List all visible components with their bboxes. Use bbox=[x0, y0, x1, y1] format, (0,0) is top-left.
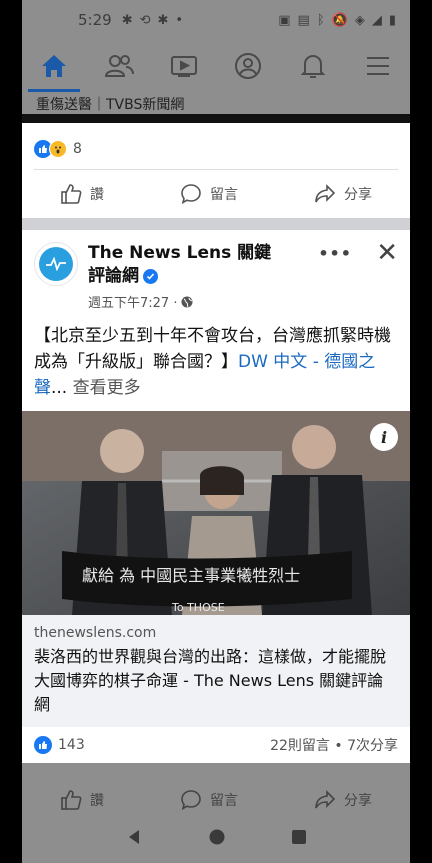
profile-icon bbox=[235, 53, 262, 79]
menu-tab[interactable] bbox=[358, 46, 398, 86]
post-separator bbox=[22, 218, 410, 230]
notification-icons: ✱ ⟲ ✱ • bbox=[122, 13, 183, 28]
left-edge bbox=[0, 0, 22, 863]
post-timestamp[interactable]: 週五下午7:27 · bbox=[88, 292, 398, 311]
previous-post-reactions[interactable]: 8 bbox=[22, 135, 410, 163]
android-icon: ✱ bbox=[157, 12, 169, 28]
data-saver-icon: ▤ bbox=[297, 12, 310, 28]
share-label: 分享 bbox=[344, 187, 372, 203]
more-options-icon[interactable]: ••• bbox=[318, 244, 352, 263]
wow-reaction-icon bbox=[49, 140, 67, 158]
wifi-icon: ◈ bbox=[354, 12, 365, 28]
facebook-nav-bar bbox=[22, 40, 410, 92]
link-domain: thenewslens.com bbox=[34, 625, 157, 641]
thumbs-up-icon bbox=[61, 790, 82, 810]
battery-icon: ▮ bbox=[388, 12, 396, 28]
active-tab-indicator bbox=[28, 89, 80, 92]
like-reaction-icon[interactable] bbox=[34, 736, 52, 754]
post-text: 【北京至少五到十年不會攻台，台灣應抓緊時機成為「升級版」聯合國？】DW 中文 -… bbox=[34, 326, 391, 398]
share-button[interactable]: 分享 bbox=[314, 183, 372, 205]
share-button[interactable]: 分享 bbox=[314, 789, 372, 811]
comment-button[interactable]: 留言 bbox=[180, 183, 238, 205]
share-icon bbox=[315, 184, 336, 203]
comment-button[interactable]: 留言 bbox=[180, 789, 238, 811]
news-lens-logo bbox=[46, 257, 66, 271]
reaction-count[interactable]: 143 bbox=[58, 737, 85, 753]
globe-icon bbox=[181, 296, 193, 307]
share-icon bbox=[315, 790, 336, 809]
bell-icon bbox=[300, 54, 326, 78]
like-button[interactable]: 讚 bbox=[60, 789, 104, 811]
overlay-gap bbox=[22, 114, 410, 123]
app-screen: 5:29 ✱ ⟲ ✱ • ▣ ▤ ᛒ 🔕 ◈ ◢ ▮ 重傷送醫｜TVBS新聞網 … bbox=[22, 0, 410, 863]
reaction-count: 8 bbox=[73, 141, 82, 157]
link-title: 裴洛西的世界觀與台灣的出路：這樣做，才能擺脫大國博弈的棋子命運 - The Ne… bbox=[34, 647, 387, 714]
system-navigation-bar bbox=[22, 810, 410, 863]
photo-caption: To THOSE bbox=[171, 601, 225, 614]
info-icon[interactable]: i bbox=[370, 423, 398, 451]
page-name[interactable]: The News Lens 關鍵評論網 bbox=[88, 242, 288, 288]
like-label: 讚 bbox=[90, 793, 104, 809]
back-icon[interactable] bbox=[125, 828, 143, 846]
verified-icon bbox=[143, 268, 158, 284]
thumbs-up-icon bbox=[61, 184, 82, 204]
status-bar: 5:29 ✱ ⟲ ✱ • ▣ ▤ ᛒ 🔕 ◈ ◢ ▮ bbox=[22, 0, 410, 40]
home-icon bbox=[42, 55, 67, 77]
video-icon bbox=[170, 56, 197, 77]
friends-tab[interactable] bbox=[99, 46, 139, 86]
comment-icon bbox=[181, 790, 201, 811]
friends-icon bbox=[104, 55, 134, 77]
sync-icon: ⟲ bbox=[139, 12, 151, 28]
comments-shares-count[interactable]: 22則留言 • 7次分享 bbox=[270, 735, 398, 755]
bluetooth-icon: ᛒ bbox=[316, 12, 325, 28]
cast-icon: ▣ bbox=[278, 12, 291, 28]
status-time: 5:29 bbox=[78, 11, 112, 29]
mute-icon: 🔕 bbox=[331, 12, 348, 28]
like-button[interactable]: 讚 bbox=[60, 183, 104, 205]
signal-icon: ◢ bbox=[371, 12, 382, 28]
system-icons: ▣ ▤ ᛒ 🔕 ◈ ◢ ▮ bbox=[278, 13, 396, 28]
share-label: 分享 bbox=[344, 793, 372, 809]
see-more-link[interactable]: 查看更多 bbox=[73, 378, 141, 398]
comment-icon bbox=[181, 184, 201, 205]
comment-label: 留言 bbox=[210, 187, 238, 203]
recents-icon[interactable] bbox=[291, 829, 307, 845]
android-icon: ✱ bbox=[121, 12, 133, 28]
menu-icon bbox=[366, 57, 389, 75]
watch-tab[interactable] bbox=[164, 46, 204, 86]
post-header: The News Lens 關鍵評論網 週五下午7:27 · ••• ✕ bbox=[22, 230, 410, 317]
news-post: The News Lens 關鍵評論網 週五下午7:27 · ••• ✕ 【北京… bbox=[22, 230, 410, 829]
notifications-tab[interactable] bbox=[293, 46, 333, 86]
photo-illustration: 獻給 為 中國民主事業犧牲烈士 To THOSE bbox=[22, 411, 410, 615]
link-preview[interactable]: thenewslens.com 裴洛西的世界觀與台灣的出路：這樣做，才能擺脫大國… bbox=[22, 615, 410, 727]
like-label: 讚 bbox=[90, 187, 104, 203]
banner-text: 獻給 為 中國民主事業犧牲烈士 bbox=[82, 566, 300, 585]
dot-icon: • bbox=[175, 12, 184, 28]
previous-post-title: 重傷送醫｜TVBS新聞網 bbox=[22, 92, 410, 114]
comment-label: 留言 bbox=[210, 793, 238, 809]
home-circle-icon[interactable] bbox=[208, 828, 226, 846]
post-stats: 143 22則留言 • 7次分享 bbox=[22, 727, 410, 763]
previous-post: 8 讚 留言 分享 bbox=[22, 123, 410, 218]
news-photo[interactable]: 獻給 為 中國民主事業犧牲烈士 To THOSE i bbox=[22, 411, 410, 615]
previous-post-actions: 讚 留言 分享 bbox=[22, 170, 410, 218]
close-icon[interactable]: ✕ bbox=[376, 240, 398, 266]
home-tab[interactable] bbox=[34, 46, 74, 86]
profile-tab[interactable] bbox=[228, 46, 268, 86]
right-edge bbox=[410, 0, 432, 863]
page-avatar[interactable] bbox=[34, 242, 78, 286]
